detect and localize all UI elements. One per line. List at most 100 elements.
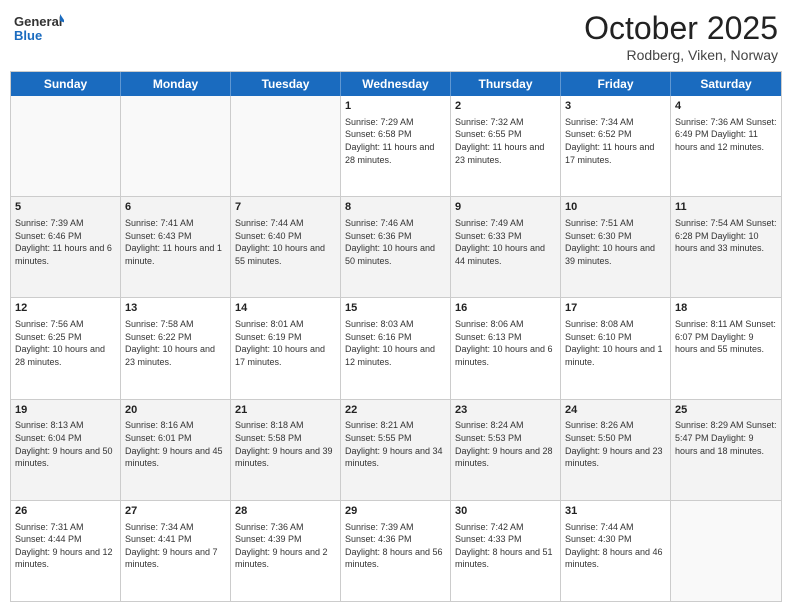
svg-text:Blue: Blue <box>14 28 42 43</box>
logo-svg: General Blue <box>14 10 64 46</box>
cell-text-21: Sunrise: 8:18 AM Sunset: 5:58 PM Dayligh… <box>235 419 336 469</box>
calendar-cell-r4-c4: 30 Sunrise: 7:42 AM Sunset: 4:33 PM Dayli… <box>451 501 561 601</box>
day-number-8: 8 <box>345 200 446 215</box>
calendar-cell-r4-c2: 28 Sunrise: 7:36 AM Sunset: 4:39 PM Dayli… <box>231 501 341 601</box>
cell-text-19: Sunrise: 8:13 AM Sunset: 6:04 PM Dayligh… <box>15 419 116 469</box>
calendar-cell-r1-c6: 11 Sunrise: 7:54 AM Sunset: 6:28 PM Dayli… <box>671 197 781 297</box>
day-number-14: 14 <box>235 301 336 316</box>
day-number-12: 12 <box>15 301 116 316</box>
cell-text-28: Sunrise: 7:36 AM Sunset: 4:39 PM Dayligh… <box>235 521 336 571</box>
day-number-10: 10 <box>565 200 666 215</box>
calendar-cell-r1-c1: 6Sunrise: 7:41 AM Sunset: 6:43 PM Daylig… <box>121 197 231 297</box>
header-tuesday: Tuesday <box>231 72 341 96</box>
calendar-cell-r3-c4: 23Sunrise: 8:24 AM Sunset: 5:53 PM Dayli… <box>451 400 561 500</box>
header-wednesday: Wednesday <box>341 72 451 96</box>
calendar-cell-r2-c1: 13 Sunrise: 7:58 AM Sunset: 6:22 PM Dayli… <box>121 298 231 398</box>
cell-text-11: Sunrise: 7:54 AM Sunset: 6:28 PM Dayligh… <box>675 217 777 255</box>
calendar-cell-r3-c0: 19Sunrise: 8:13 AM Sunset: 6:04 PM Dayli… <box>11 400 121 500</box>
calendar-cell-r1-c3: 8 Sunrise: 7:46 AM Sunset: 6:36 PM Daylig… <box>341 197 451 297</box>
day-number-20: 20 <box>125 403 226 418</box>
day-number-7: 7 <box>235 200 336 215</box>
day-number-25: 25 <box>675 403 777 418</box>
header-friday: Friday <box>561 72 671 96</box>
calendar-cell-r0-c1 <box>121 96 231 196</box>
cell-text-13: Sunrise: 7:58 AM Sunset: 6:22 PM Dayligh… <box>125 318 226 368</box>
header-monday: Monday <box>121 72 231 96</box>
calendar-cell-r3-c1: 20Sunrise: 8:16 AM Sunset: 6:01 PM Dayli… <box>121 400 231 500</box>
day-number-11: 11 <box>675 200 777 215</box>
cell-text-2: Sunrise: 7:32 AM Sunset: 6:55 PM Dayligh… <box>455 116 556 166</box>
calendar-cell-r3-c6: 25Sunrise: 8:29 AM Sunset: 5:47 PM Dayli… <box>671 400 781 500</box>
cell-text-14: Sunrise: 8:01 AM Sunset: 6:19 PM Dayligh… <box>235 318 336 368</box>
calendar-cell-r1-c0: 5 Sunrise: 7:39 AM Sunset: 6:46 PM Daylig… <box>11 197 121 297</box>
month-title: October 2025 <box>584 10 778 47</box>
day-number-23: 23 <box>455 403 556 418</box>
cell-text-10: Sunrise: 7:51 AM Sunset: 6:30 PM Dayligh… <box>565 217 666 267</box>
cell-text-4: Sunrise: 7:36 AM Sunset: 6:49 PM Dayligh… <box>675 116 777 154</box>
day-number-13: 13 <box>125 301 226 316</box>
cell-text-7: Sunrise: 7:44 AM Sunset: 6:40 PM Dayligh… <box>235 217 336 267</box>
cell-text-23: Sunrise: 8:24 AM Sunset: 5:53 PM Dayligh… <box>455 419 556 469</box>
calendar-header: Sunday Monday Tuesday Wednesday Thursday… <box>11 72 781 96</box>
calendar-cell-r4-c0: 26Sunrise: 7:31 AM Sunset: 4:44 PM Dayli… <box>11 501 121 601</box>
calendar-cell-r2-c6: 18Sunrise: 8:11 AM Sunset: 6:07 PM Dayli… <box>671 298 781 398</box>
day-number-24: 24 <box>565 403 666 418</box>
day-number-26: 26 <box>15 504 116 519</box>
cell-text-8: Sunrise: 7:46 AM Sunset: 6:36 PM Dayligh… <box>345 217 446 267</box>
calendar-cell-r1-c2: 7 Sunrise: 7:44 AM Sunset: 6:40 PM Daylig… <box>231 197 341 297</box>
cell-text-5: Sunrise: 7:39 AM Sunset: 6:46 PM Dayligh… <box>15 217 116 267</box>
day-number-5: 5 <box>15 200 116 215</box>
cell-text-9: Sunrise: 7:49 AM Sunset: 6:33 PM Dayligh… <box>455 217 556 267</box>
cell-text-22: Sunrise: 8:21 AM Sunset: 5:55 PM Dayligh… <box>345 419 446 469</box>
page: General Blue October 2025 Rodberg, Viken… <box>0 0 792 612</box>
calendar-cell-r4-c5: 31Sunrise: 7:44 AM Sunset: 4:30 PM Dayli… <box>561 501 671 601</box>
header: General Blue October 2025 Rodberg, Viken… <box>10 10 782 63</box>
day-number-17: 17 <box>565 301 666 316</box>
calendar: Sunday Monday Tuesday Wednesday Thursday… <box>10 71 782 602</box>
day-number-18: 18 <box>675 301 777 316</box>
calendar-row-3: 19Sunrise: 8:13 AM Sunset: 6:04 PM Dayli… <box>11 399 781 500</box>
header-sunday: Sunday <box>11 72 121 96</box>
location: Rodberg, Viken, Norway <box>584 47 778 63</box>
cell-text-27: Sunrise: 7:34 AM Sunset: 4:41 PM Dayligh… <box>125 521 226 571</box>
calendar-cell-r0-c0 <box>11 96 121 196</box>
calendar-cell-r4-c3: 29Sunrise: 7:39 AM Sunset: 4:36 PM Dayli… <box>341 501 451 601</box>
day-number-15: 15 <box>345 301 446 316</box>
calendar-cell-r1-c4: 9Sunrise: 7:49 AM Sunset: 6:33 PM Daylig… <box>451 197 561 297</box>
cell-text-24: Sunrise: 8:26 AM Sunset: 5:50 PM Dayligh… <box>565 419 666 469</box>
day-number-28: 28 <box>235 504 336 519</box>
logo: General Blue <box>14 10 64 46</box>
day-number-19: 19 <box>15 403 116 418</box>
calendar-cell-r0-c2 <box>231 96 341 196</box>
calendar-cell-r0-c6: 4 Sunrise: 7:36 AM Sunset: 6:49 PM Daylig… <box>671 96 781 196</box>
day-number-29: 29 <box>345 504 446 519</box>
calendar-cell-r0-c3: 1 Sunrise: 7:29 AM Sunset: 6:58 PM Daylig… <box>341 96 451 196</box>
calendar-row-0: 1 Sunrise: 7:29 AM Sunset: 6:58 PM Daylig… <box>11 96 781 196</box>
day-number-3: 3 <box>565 99 666 114</box>
day-number-1: 1 <box>345 99 446 114</box>
cell-text-15: Sunrise: 8:03 AM Sunset: 6:16 PM Dayligh… <box>345 318 446 368</box>
calendar-cell-r4-c1: 27Sunrise: 7:34 AM Sunset: 4:41 PM Dayli… <box>121 501 231 601</box>
header-saturday: Saturday <box>671 72 781 96</box>
day-number-30: 30 <box>455 504 556 519</box>
calendar-cell-r0-c4: 2 Sunrise: 7:32 AM Sunset: 6:55 PM Daylig… <box>451 96 561 196</box>
cell-text-20: Sunrise: 8:16 AM Sunset: 6:01 PM Dayligh… <box>125 419 226 469</box>
calendar-cell-r1-c5: 10 Sunrise: 7:51 AM Sunset: 6:30 PM Dayli… <box>561 197 671 297</box>
day-number-21: 21 <box>235 403 336 418</box>
day-number-4: 4 <box>675 99 777 114</box>
cell-text-12: Sunrise: 7:56 AM Sunset: 6:25 PM Dayligh… <box>15 318 116 368</box>
svg-text:General: General <box>14 14 62 29</box>
cell-text-6: Sunrise: 7:41 AM Sunset: 6:43 PM Dayligh… <box>125 217 226 267</box>
calendar-cell-r2-c2: 14 Sunrise: 8:01 AM Sunset: 6:19 PM Dayli… <box>231 298 341 398</box>
day-number-2: 2 <box>455 99 556 114</box>
cell-text-30: Sunrise: 7:42 AM Sunset: 4:33 PM Dayligh… <box>455 521 556 571</box>
calendar-cell-r0-c5: 3Sunrise: 7:34 AM Sunset: 6:52 PM Daylig… <box>561 96 671 196</box>
calendar-cell-r3-c5: 24Sunrise: 8:26 AM Sunset: 5:50 PM Dayli… <box>561 400 671 500</box>
calendar-cell-r3-c2: 21Sunrise: 8:18 AM Sunset: 5:58 PM Dayli… <box>231 400 341 500</box>
cell-text-1: Sunrise: 7:29 AM Sunset: 6:58 PM Dayligh… <box>345 116 446 166</box>
calendar-cell-r2-c5: 17Sunrise: 8:08 AM Sunset: 6:10 PM Dayli… <box>561 298 671 398</box>
calendar-cell-r2-c0: 12 Sunrise: 7:56 AM Sunset: 6:25 PM Dayli… <box>11 298 121 398</box>
calendar-row-2: 12 Sunrise: 7:56 AM Sunset: 6:25 PM Dayli… <box>11 297 781 398</box>
cell-text-25: Sunrise: 8:29 AM Sunset: 5:47 PM Dayligh… <box>675 419 777 457</box>
calendar-row-1: 5 Sunrise: 7:39 AM Sunset: 6:46 PM Daylig… <box>11 196 781 297</box>
